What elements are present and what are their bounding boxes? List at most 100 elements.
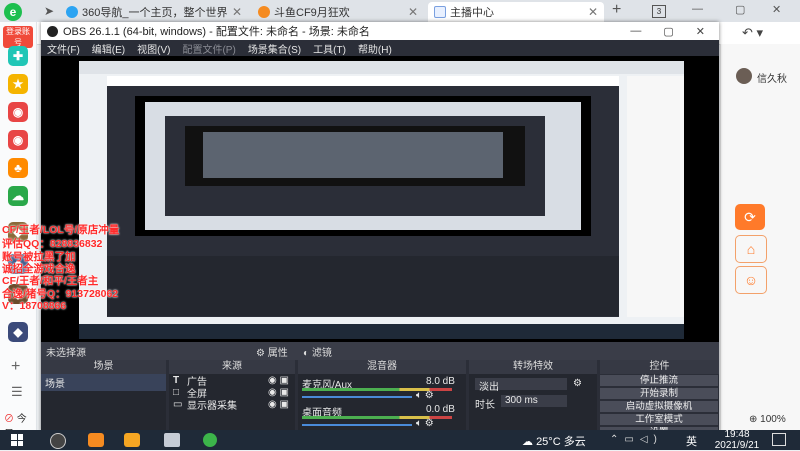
stop-streaming-button[interactable]: 停止推流	[600, 375, 718, 386]
text-source-icon: T	[173, 374, 180, 386]
overlay-line: V：18708866	[2, 300, 67, 312]
start-logo-pane	[17, 440, 23, 446]
clock-time: 19:48	[724, 429, 750, 440]
login-button[interactable]: 登录账号	[3, 26, 33, 48]
game-icon[interactable]: ♣	[8, 158, 28, 178]
speaker-icon[interactable]: 🔈︎ ⚙	[416, 390, 434, 401]
360-taskbar-icon[interactable]	[203, 433, 217, 447]
menu-tools[interactable]: 工具(T)	[313, 41, 346, 56]
user-avatar[interactable]	[736, 68, 752, 84]
close-tab-icon[interactable]: ✕	[408, 5, 418, 19]
transition-select[interactable]: 淡出	[475, 378, 567, 393]
obs-title-bar: OBS 26.1.1 (64-bit, windows) - 配置文件: 未命名…	[41, 22, 719, 40]
obs-taskbar-icon[interactable]	[50, 433, 66, 449]
clock[interactable]: 19:48 2021/9/21	[712, 429, 762, 451]
filters-label: 滤镜	[311, 347, 332, 359]
close-tab-icon[interactable]: ✕	[232, 5, 242, 19]
start-logo-pane	[11, 440, 17, 446]
captured-screen	[79, 61, 684, 339]
menu-scene-collection[interactable]: 场景集合(S)	[248, 41, 301, 56]
windows-taskbar: ☁ 25°C 多云 ⌃▭◁) 英 19:48 2021/9/21	[0, 429, 800, 451]
obs-minimize-button[interactable]: —	[630, 25, 641, 38]
weather-text: 25°C 多云	[536, 436, 586, 448]
close-tab-icon[interactable]: ✕	[588, 5, 598, 19]
live-record-button[interactable]: ⟳	[735, 204, 765, 230]
weibo-icon[interactable]: ◉	[8, 102, 28, 122]
browser-tab-bar: e ➤ 360导航_一个主页，整个世界 ✕ 斗鱼CF9月狂欢 ✕ 主播中心 ✕ …	[0, 0, 800, 22]
start-recording-button[interactable]: 开始录制	[600, 388, 718, 399]
volume-slider[interactable]	[302, 424, 412, 426]
start-virtual-camera-button[interactable]: 启动虚拟摄像机	[600, 401, 718, 412]
notification-icon[interactable]	[772, 433, 786, 446]
favorites-icon[interactable]: ★	[8, 74, 28, 94]
start-button[interactable]	[11, 434, 23, 446]
properties-button[interactable]: ⚙ 属性	[256, 344, 288, 359]
bookmark-arrow-icon[interactable]: ➤	[44, 4, 54, 18]
mixer-channel-db: 8.0 dB	[426, 376, 455, 387]
weather-widget[interactable]: ☁ 25°C 多云	[522, 433, 586, 449]
douyu-favicon-icon	[258, 6, 270, 18]
obs-window: OBS 26.1.1 (64-bit, windows) - 配置文件: 未命名…	[41, 22, 719, 432]
app-icon[interactable]: ✚	[8, 46, 28, 66]
menu-profile[interactable]: 配置文件(P)	[182, 41, 235, 56]
menu-help[interactable]: 帮助(H)	[358, 41, 392, 56]
speaker-icon[interactable]: 🔈︎ ⚙	[416, 418, 434, 429]
360-browser-logo-icon[interactable]: e	[4, 3, 22, 21]
alert-icon: ⊘	[4, 414, 14, 425]
obs-close-button[interactable]: ✕	[696, 25, 705, 38]
transition-settings-icon[interactable]: ⚙	[573, 378, 582, 389]
add-icon[interactable]: +	[11, 358, 20, 376]
filters-button[interactable]: ◐ 滤镜	[303, 344, 332, 359]
undo-icon[interactable]: ↶ ▾	[742, 25, 763, 41]
menu-view[interactable]: 视图(V)	[137, 41, 170, 56]
studio-mode-button[interactable]: 工作室模式	[600, 414, 718, 425]
image-source-icon: □	[173, 386, 180, 398]
scenes-dock-header: 场景	[41, 360, 166, 374]
volume-slider[interactable]	[302, 396, 412, 398]
right-sidebar: 信久秋 ⟳ ⌂ ☺ ⊕ 100%	[720, 44, 800, 430]
window-taskbar-icon[interactable]	[164, 433, 180, 447]
tab-streamer-center[interactable]: 主播中心 ✕	[428, 2, 604, 22]
mixer-channel-db: 0.0 dB	[426, 404, 455, 415]
transitions-dock-header: 转场特效	[469, 360, 597, 374]
nested-obs	[165, 116, 545, 216]
captured-taskbar	[79, 324, 684, 339]
new-tab-button[interactable]: +	[612, 1, 621, 19]
home-icon[interactable]: ⌂	[735, 235, 767, 263]
captured-right-sidebar	[627, 76, 684, 317]
robot-icon[interactable]: ☺	[735, 266, 767, 294]
tab-douyu[interactable]: 斗鱼CF9月狂欢 ✕	[252, 2, 424, 22]
tab-360nav[interactable]: 360导航_一个主页，整个世界 ✕	[60, 2, 248, 22]
obs-preview-canvas[interactable]	[41, 56, 719, 342]
ime-indicator[interactable]: 英	[686, 433, 697, 449]
maximize-button[interactable]: ▢	[735, 3, 745, 16]
scene-item[interactable]: 场景	[41, 374, 166, 391]
tray-icons[interactable]: ⌃▭◁)	[610, 434, 663, 445]
cloud-icon[interactable]: ☁	[8, 186, 28, 206]
mixer-dock-header: 混音器	[298, 360, 466, 374]
visibility-eye-icon[interactable]: ◉ ▣	[268, 375, 295, 386]
360-favicon-icon	[66, 6, 78, 18]
minimize-button[interactable]: —	[692, 3, 703, 15]
duration-input[interactable]: 300 ms	[501, 395, 567, 407]
visibility-eye-icon[interactable]: ◉ ▣	[268, 387, 295, 398]
zoom-text: 100%	[760, 414, 786, 425]
menu-icon[interactable]: ☰	[11, 384, 23, 400]
no-source-label: 未选择源	[46, 347, 86, 359]
menu-file[interactable]: 文件(F)	[47, 41, 80, 56]
zoom-level[interactable]: ⊕ 100%	[749, 414, 786, 425]
page-favicon-icon	[434, 6, 446, 18]
close-window-button[interactable]: ✕	[772, 3, 781, 16]
obs-logo-icon	[47, 25, 58, 37]
source-item[interactable]: ▭ 显示器采集 ◉ ▣	[169, 398, 295, 412]
game-thumb-icon[interactable]: ◆	[8, 322, 28, 342]
visibility-eye-icon[interactable]: ◉ ▣	[268, 399, 295, 410]
menu-edit[interactable]: 编辑(E)	[92, 41, 125, 56]
obs-maximize-button[interactable]: ▢	[663, 25, 673, 38]
game-taskbar-icon[interactable]	[124, 433, 140, 447]
weibo-alt-icon[interactable]: ◉	[8, 130, 28, 150]
douyu-taskbar-icon[interactable]	[88, 433, 104, 447]
tab-count-badge[interactable]: 3	[652, 5, 666, 18]
transitions-dock: 淡出 ⚙ 时长 300 ms	[469, 374, 597, 432]
tab-label: 主播中心	[450, 7, 494, 19]
